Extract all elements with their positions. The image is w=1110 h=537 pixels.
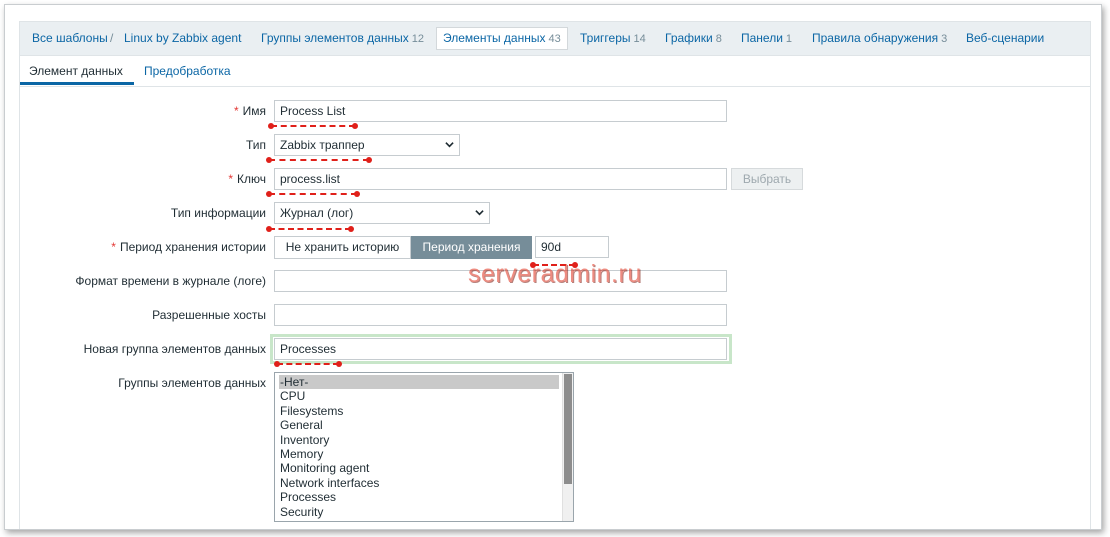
nav-item-groups-label: Группы элементов данных — [261, 31, 409, 45]
key-input[interactable]: process.list — [274, 168, 727, 190]
annotation-underline-type — [269, 159, 369, 161]
name-label: * Имя — [20, 100, 266, 122]
nav-discovery-count: 3 — [941, 33, 948, 45]
new-item-group-label: Новая группа элементов данных — [83, 342, 266, 356]
annotation-underline-info-type — [269, 228, 351, 230]
annotation-dot — [268, 123, 274, 129]
allowed-hosts-label: Разрешенные хосты — [152, 308, 266, 322]
annotation-dot — [266, 157, 272, 163]
nav-discovery-rules[interactable]: Правила обнаружения 3 — [806, 28, 953, 49]
required-mark: * — [111, 240, 116, 254]
nav-item-groups-count: 12 — [411, 33, 424, 45]
annotation-dot — [352, 123, 358, 129]
item-group-option[interactable]: Network interfaces — [275, 476, 573, 490]
listbox-scrollbar[interactable] — [562, 373, 573, 521]
history-do-not-keep-option[interactable]: Не хранить историю — [274, 236, 411, 259]
annotation-dot — [354, 191, 360, 197]
chevron-down-icon — [475, 210, 484, 216]
item-group-option[interactable]: Processes — [275, 490, 573, 504]
info-type-select[interactable]: Журнал (лог) — [274, 202, 490, 224]
type-select[interactable]: Zabbix траппер — [274, 134, 460, 156]
type-label: Тип — [245, 138, 266, 152]
nav-items-count: 43 — [548, 33, 561, 45]
chevron-down-icon — [445, 142, 454, 148]
nav-discovery-label: Правила обнаружения — [812, 31, 939, 45]
nav-dashboards[interactable]: Панели 1 — [735, 28, 798, 49]
info-type-select-value: Журнал (лог) — [280, 206, 354, 220]
name-input[interactable]: Process List — [274, 100, 727, 122]
form-subtabs: Элемент данных Предобработка — [20, 56, 1090, 87]
template-navigation: Все шаблоны / Linux by Zabbix agent Груп… — [19, 21, 1091, 56]
new-item-group-input[interactable]: Processes — [274, 338, 727, 360]
item-groups-options: -Нет- CPU Filesystems General Inventory Memor… — [275, 375, 573, 519]
name-label-text: Имя — [242, 104, 266, 118]
allowed-hosts-input[interactable] — [274, 304, 727, 326]
nav-web-scenarios[interactable]: Веб-сценарии — [960, 28, 1050, 49]
select-key-button[interactable]: Выбрать — [731, 168, 803, 190]
item-group-option[interactable]: General — [275, 418, 573, 432]
key-label: * Ключ — [20, 168, 266, 190]
annotation-dot — [336, 361, 342, 367]
nav-items[interactable]: Элементы данных 43 — [436, 27, 568, 50]
annotation-dot — [348, 226, 354, 232]
history-period-input[interactable]: 90d — [535, 236, 609, 258]
nav-template-name[interactable]: Linux by Zabbix agent — [118, 28, 247, 49]
log-time-format-label: Формат времени в журнале (логе) — [75, 274, 266, 288]
item-group-option[interactable]: Security — [275, 505, 573, 519]
nav-dashboards-count: 1 — [785, 33, 793, 45]
history-label: * Период хранения истории — [20, 236, 266, 258]
nav-graphs-label: Графики — [665, 31, 713, 45]
nav-graphs[interactable]: Графики 8 — [659, 28, 728, 49]
nav-triggers-label: Триггеры — [580, 31, 631, 45]
item-group-option[interactable]: CPU — [275, 389, 573, 403]
item-groups-label: Группы элементов данных — [118, 376, 266, 390]
nav-items-label: Элементы данных — [443, 31, 546, 45]
item-group-option[interactable]: Monitoring agent — [275, 461, 573, 475]
item-edit-window: Все шаблоны / Linux by Zabbix agent Груп… — [4, 4, 1102, 530]
annotation-dot — [274, 361, 280, 367]
info-type-label: Тип информации — [170, 206, 266, 220]
item-group-option[interactable]: -Нет- — [279, 375, 559, 390]
annotation-dot — [266, 191, 272, 197]
history-storage-period-option[interactable]: Период хранения — [411, 236, 532, 259]
tab-item[interactable]: Элемент данных — [20, 56, 134, 85]
item-group-option[interactable]: Inventory — [275, 433, 573, 447]
nav-separator: / — [110, 31, 114, 45]
nav-triggers[interactable]: Триггеры 14 — [574, 28, 652, 49]
nav-graphs-count: 8 — [715, 33, 722, 45]
nav-dashboards-label: Панели — [741, 31, 783, 45]
annotation-dot — [266, 226, 272, 232]
key-label-text: Ключ — [237, 172, 266, 186]
scrollbar-thumb[interactable] — [564, 374, 572, 484]
item-groups-listbox[interactable]: -Нет- CPU Filesystems General Inventory Memor… — [274, 372, 574, 522]
annotation-underline-new-group — [277, 363, 339, 365]
history-label-text: Период хранения истории — [119, 240, 266, 254]
item-group-option[interactable]: Memory — [275, 447, 573, 461]
required-mark: * — [233, 104, 239, 118]
annotation-dot — [366, 157, 372, 163]
annotation-underline-name — [271, 125, 355, 127]
nav-item-groups[interactable]: Группы элементов данных 12 — [255, 28, 430, 49]
item-form-panel: Элемент данных Предобработка * Имя Proces… — [19, 55, 1091, 529]
required-mark: * — [228, 172, 234, 186]
type-select-value: Zabbix траппер — [280, 138, 365, 152]
annotation-underline-key — [269, 193, 357, 195]
nav-all-templates[interactable]: Все шаблоны — [26, 28, 114, 49]
watermark: serveradmin.ru — [468, 260, 642, 288]
item-group-option[interactable]: Filesystems — [275, 404, 573, 418]
tab-preprocessing[interactable]: Предобработка — [135, 56, 240, 85]
nav-triggers-count: 14 — [633, 33, 646, 45]
